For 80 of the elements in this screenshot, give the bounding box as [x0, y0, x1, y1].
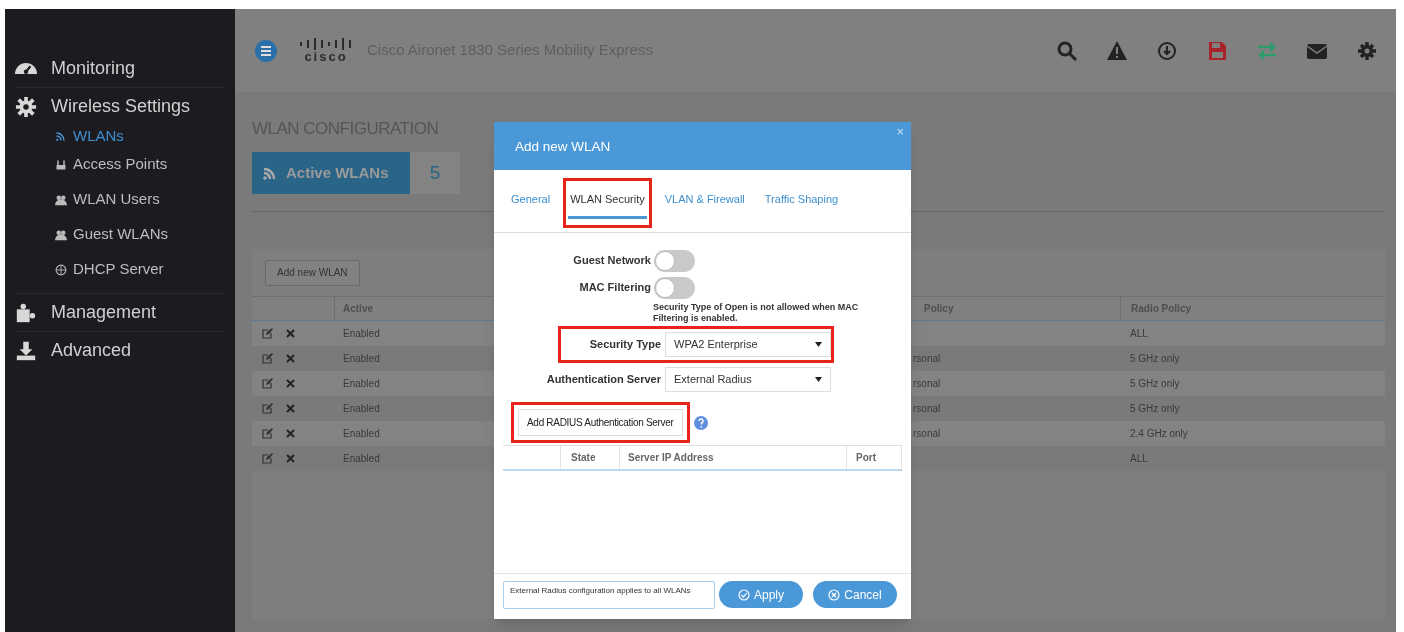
column-header: State [570, 451, 597, 465]
table-cell-text: rsonal [913, 351, 941, 366]
gear-icon [15, 95, 37, 118]
wifi-icon [262, 165, 278, 181]
puzzle-icon [15, 301, 37, 324]
table-cell-text: Enabled [343, 426, 380, 441]
menu-icon [255, 39, 277, 62]
delete-icon[interactable] [286, 403, 295, 413]
search-icon[interactable] [1056, 39, 1078, 62]
sidebar-section[interactable]: Monitoring [51, 54, 136, 82]
add-radius-server-button[interactable]: Add RADIUS Authentication Server [518, 409, 683, 436]
select-field[interactable]: External Radius [665, 367, 831, 392]
sidebar-item[interactable]: DHCP Server [73, 258, 164, 281]
download-tray-icon [15, 339, 37, 362]
users-icon [55, 193, 67, 206]
access-point-icon [55, 158, 67, 171]
table-cell-text: Enabled [343, 351, 380, 366]
info-text: External Radius configuration applies to all WLANs [503, 580, 715, 609]
column-header: Server IP Address [619, 446, 846, 469]
field-label: Authentication Server [545, 372, 662, 388]
edit-icon[interactable] [262, 377, 274, 389]
gauge-icon [15, 62, 37, 74]
delete-icon[interactable] [286, 428, 295, 438]
table-cell-text: Enabled [343, 401, 380, 416]
edit-icon[interactable] [262, 427, 274, 439]
tab[interactable]: WLAN Security [568, 191, 647, 219]
table-cell-text: Enabled [343, 326, 380, 341]
sidebar-section[interactable]: Management [51, 299, 157, 326]
sidebar-section[interactable]: Advanced [51, 337, 132, 364]
edit-icon[interactable] [262, 352, 274, 364]
dhcp-icon [55, 263, 67, 276]
toggle-label: Guest Network [572, 253, 652, 269]
tab[interactable]: General [509, 191, 553, 219]
toggle-switch[interactable] [654, 249, 695, 272]
table-cell-text: 5 GHz only [1130, 351, 1180, 366]
table-cell-text: rsonal [913, 426, 941, 441]
table-cell-text: ALL [1130, 326, 1148, 341]
edit-icon[interactable] [262, 327, 274, 339]
settings-icon[interactable] [1356, 39, 1378, 62]
sidebar-item[interactable]: Guest WLANs [73, 223, 169, 246]
delete-icon[interactable] [286, 353, 295, 363]
table-cell-text: 2.4 GHz only [1130, 426, 1188, 441]
delete-icon[interactable] [286, 453, 295, 463]
help-icon[interactable] [693, 415, 708, 430]
table-cell-text: Enabled [343, 376, 380, 391]
toggle-switch[interactable] [654, 276, 695, 299]
sidebar-item[interactable]: Access Points [73, 153, 168, 176]
users-icon [55, 228, 67, 241]
sidebar-item[interactable]: WLANs [73, 124, 124, 148]
table-cell-text: 5 GHz only [1130, 376, 1180, 391]
download-icon[interactable] [1156, 39, 1178, 62]
wifi-icon [55, 130, 67, 142]
close-circle-icon [828, 588, 841, 601]
dialog-title: Add new WLAN [515, 137, 611, 156]
tab[interactable]: VLAN & Firewall [662, 191, 747, 219]
table-cell-text: 5 GHz only [1130, 401, 1180, 416]
tile-label: Active WLANs [286, 162, 389, 183]
delete-icon[interactable] [286, 378, 295, 388]
select-field[interactable]: WPA2 Enterprise [665, 332, 831, 357]
delete-icon[interactable] [286, 328, 295, 338]
table-cell-text: rsonal [913, 376, 941, 391]
sidebar-section[interactable]: Wireless Settings [51, 93, 191, 120]
field-label: Security Type [588, 337, 662, 353]
help-text: Security Type of Open is not allowed when MAC Filtering is enabled. [652, 302, 860, 324]
check-circle-icon [738, 588, 750, 601]
table-cell-text: Enabled [343, 451, 380, 466]
caret-icon [815, 342, 822, 347]
toggle-label: MAC Filtering [578, 280, 652, 296]
logo-text: cisco [304, 50, 348, 63]
warning-icon[interactable] [1106, 39, 1128, 62]
column-header: Port [846, 446, 902, 469]
count-badge: 5 [410, 152, 460, 194]
caret-icon [815, 377, 822, 382]
table-cell-text: rsonal [913, 401, 941, 416]
sidebar-item[interactable]: WLAN Users [73, 188, 160, 211]
table-cell-text: ALL [1130, 451, 1148, 466]
edit-icon[interactable] [262, 402, 274, 414]
edit-icon[interactable] [262, 452, 274, 464]
tab[interactable]: Traffic Shaping [762, 191, 841, 219]
logo-bars-icon [299, 38, 353, 50]
